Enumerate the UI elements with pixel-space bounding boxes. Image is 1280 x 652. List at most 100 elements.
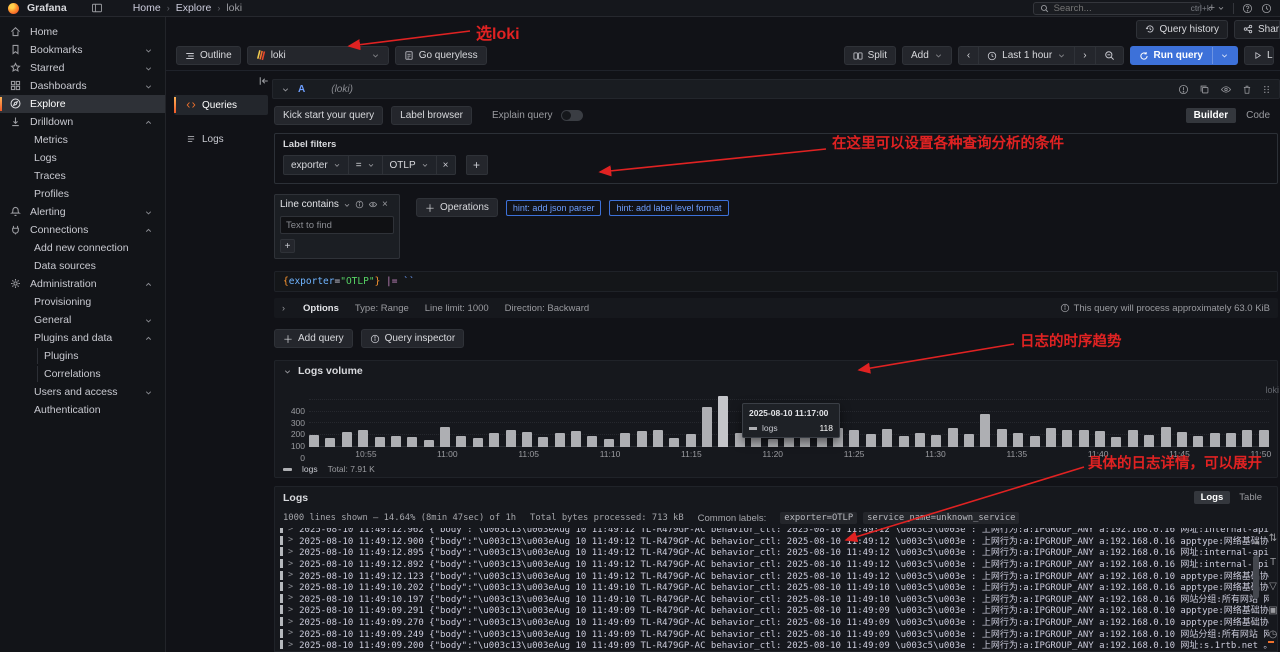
search-input[interactable] — [1054, 3, 1186, 14]
sidebar-item-traces[interactable]: Traces — [0, 167, 165, 185]
clock-icon[interactable]: ◷ — [1269, 629, 1278, 640]
add-label-filter-button[interactable]: + — [466, 155, 488, 175]
log-row[interactable]: >2025-08-10 11:49:12.123 {"body":"\u003c… — [279, 569, 1269, 581]
view-logs[interactable]: Logs — [1194, 491, 1231, 504]
query-history-button[interactable]: Query history — [1136, 20, 1228, 39]
label-browser-button[interactable]: Label browser — [391, 106, 472, 125]
mega-menu-toggle-icon[interactable] — [91, 2, 103, 14]
sidebar-item-data-sources[interactable]: Data sources — [0, 257, 165, 275]
live-button[interactable]: Live — [1244, 46, 1274, 65]
expand-log-icon[interactable]: > — [288, 640, 293, 650]
text-to-find-input[interactable] — [280, 216, 394, 234]
time-icon[interactable]: T — [1270, 557, 1276, 568]
snapshot-icon[interactable]: ▣ — [1268, 605, 1277, 616]
expand-log-icon[interactable]: > — [288, 570, 293, 580]
query-help-icon[interactable] — [1178, 84, 1189, 95]
sidebar-item-profiles[interactable]: Profiles — [0, 185, 165, 203]
collapse-outline-icon[interactable] — [258, 75, 270, 87]
expand-log-icon[interactable]: > — [288, 605, 293, 615]
log-row[interactable]: >2025-08-10 11:49:09.291 {"body":"\u003c… — [279, 604, 1269, 616]
expand-log-icon[interactable]: > — [288, 582, 293, 592]
drag-handle-icon[interactable] — [1262, 84, 1271, 95]
log-row[interactable]: >2025-08-10 11:49:12.895 {"body":"\u003c… — [279, 546, 1269, 558]
query-row-header[interactable]: A (loki) — [272, 79, 1280, 99]
add-button[interactable]: Add — [902, 46, 952, 65]
time-forward-button[interactable]: › — [1074, 46, 1094, 65]
filter-value-select[interactable]: OTLP — [383, 155, 437, 175]
expand-log-icon[interactable]: > — [288, 593, 293, 603]
sidebar-item-add-new-connection[interactable]: Add new connection — [0, 239, 165, 257]
mode-code[interactable]: Code — [1238, 108, 1278, 123]
explain-query-toggle[interactable] — [561, 110, 583, 121]
sidebar-item-users-and-access[interactable]: Users and access — [0, 383, 165, 401]
time-back-button[interactable]: ‹ — [958, 46, 978, 65]
log-row[interactable]: >2025-08-10 11:49:10.202 {"body":"\u003c… — [279, 581, 1269, 593]
hide-query-icon[interactable] — [1220, 84, 1232, 95]
sidebar-item-logs[interactable]: Logs — [0, 149, 165, 167]
expand-log-icon[interactable]: > — [288, 628, 293, 638]
log-row[interactable]: >2025-08-10 11:49:09.249 {"body":"\u003c… — [279, 627, 1269, 639]
operation-name[interactable]: Line contains — [280, 199, 339, 210]
sort-icon[interactable]: ⇅ — [1269, 533, 1277, 544]
sidebar-item-correlations[interactable]: Correlations — [0, 365, 165, 383]
zoom-out-button[interactable] — [1095, 46, 1124, 65]
global-search[interactable]: ctrl+k — [1033, 2, 1201, 15]
sidebar-item-home[interactable]: Home — [0, 23, 165, 41]
query-hint-button[interactable]: hint: add label level format — [609, 200, 728, 216]
sidebar-item-bookmarks[interactable]: Bookmarks — [0, 41, 165, 59]
outline-item-queries[interactable]: Queries — [174, 95, 268, 115]
sidebar-item-alerting[interactable]: Alerting — [0, 203, 165, 221]
sidebar-item-metrics[interactable]: Metrics — [0, 131, 165, 149]
scroll-to-top-icon[interactable]: ▲ — [1253, 537, 1261, 546]
sidebar-item-administration[interactable]: Administration — [0, 275, 165, 293]
filter-icon[interactable]: ▽ — [1269, 581, 1277, 592]
kick-start-button[interactable]: Kick start your query — [274, 106, 383, 125]
operation-preview-icon[interactable] — [368, 200, 378, 209]
sidebar-item-general[interactable]: General — [0, 311, 165, 329]
query-inspector-button[interactable]: Query inspector — [361, 329, 465, 348]
expand-log-icon[interactable]: > — [288, 528, 293, 534]
logs-scrollbar[interactable] — [1253, 555, 1259, 599]
share-button[interactable]: Share — [1234, 20, 1280, 39]
new-item-button[interactable]: + — [1209, 2, 1225, 14]
help-icon[interactable] — [1242, 3, 1253, 14]
add-operation-param-button[interactable]: + — [280, 239, 295, 253]
datasource-picker[interactable]: loki — [247, 46, 389, 65]
options-expand-icon[interactable]: › — [282, 303, 285, 313]
mode-builder[interactable]: Builder — [1186, 108, 1236, 123]
run-query-button[interactable]: Run query — [1130, 46, 1238, 65]
time-range-picker[interactable]: Last 1 hour — [978, 46, 1074, 65]
remove-operation-icon[interactable]: × — [382, 199, 388, 210]
split-button[interactable]: Split — [844, 46, 896, 65]
sidebar-item-dashboards[interactable]: Dashboards — [0, 77, 165, 95]
remove-query-icon[interactable] — [1242, 84, 1252, 95]
sidebar-item-connections[interactable]: Connections — [0, 221, 165, 239]
sidebar-item-provisioning[interactable]: Provisioning — [0, 293, 165, 311]
operations-button[interactable]: ＋ Operations — [416, 198, 498, 217]
expand-log-icon[interactable]: > — [288, 617, 293, 627]
duplicate-query-icon[interactable] — [1199, 84, 1210, 95]
query-hint-button[interactable]: hint: add json parser — [506, 200, 602, 216]
news-icon[interactable] — [1261, 3, 1272, 14]
sidebar-item-authentication[interactable]: Authentication — [0, 401, 165, 419]
log-row[interactable]: >2025-08-10 11:49:12.892 {"body":"\u003c… — [279, 558, 1269, 570]
breadcrumb-home[interactable]: Home — [133, 2, 161, 14]
sidebar-item-explore[interactable]: Explore — [0, 95, 165, 113]
add-query-button[interactable]: ＋ Add query — [274, 329, 353, 348]
breadcrumb-explore[interactable]: Explore — [176, 2, 212, 14]
outline-button[interactable]: Outline — [176, 46, 241, 65]
operation-info-icon[interactable] — [355, 200, 364, 209]
collapse-panel-icon[interactable] — [283, 367, 292, 376]
sidebar-item-drilldown[interactable]: Drilldown — [0, 113, 165, 131]
outline-item-logs[interactable]: Logs — [174, 129, 268, 149]
view-table[interactable]: Table — [1232, 491, 1269, 504]
chevron-down-icon[interactable] — [1220, 51, 1229, 60]
filter-label-select[interactable]: exporter — [283, 155, 349, 175]
log-row[interactable]: >2025-08-10 11:49:12.900 {"body":"\u003c… — [279, 535, 1269, 547]
log-row[interactable]: >2025-08-10 11:49:09.270 {"body":"\u003c… — [279, 616, 1269, 628]
sidebar-item-starred[interactable]: Starred — [0, 59, 165, 77]
query-options-row[interactable]: › Options Type: Range Line limit: 1000 D… — [274, 298, 1278, 318]
expand-log-icon[interactable]: > — [288, 535, 293, 545]
log-row[interactable]: >2025-08-10 11:49:09.200 {"body":"\u003c… — [279, 639, 1269, 651]
remove-filter-icon[interactable]: × — [437, 155, 456, 175]
